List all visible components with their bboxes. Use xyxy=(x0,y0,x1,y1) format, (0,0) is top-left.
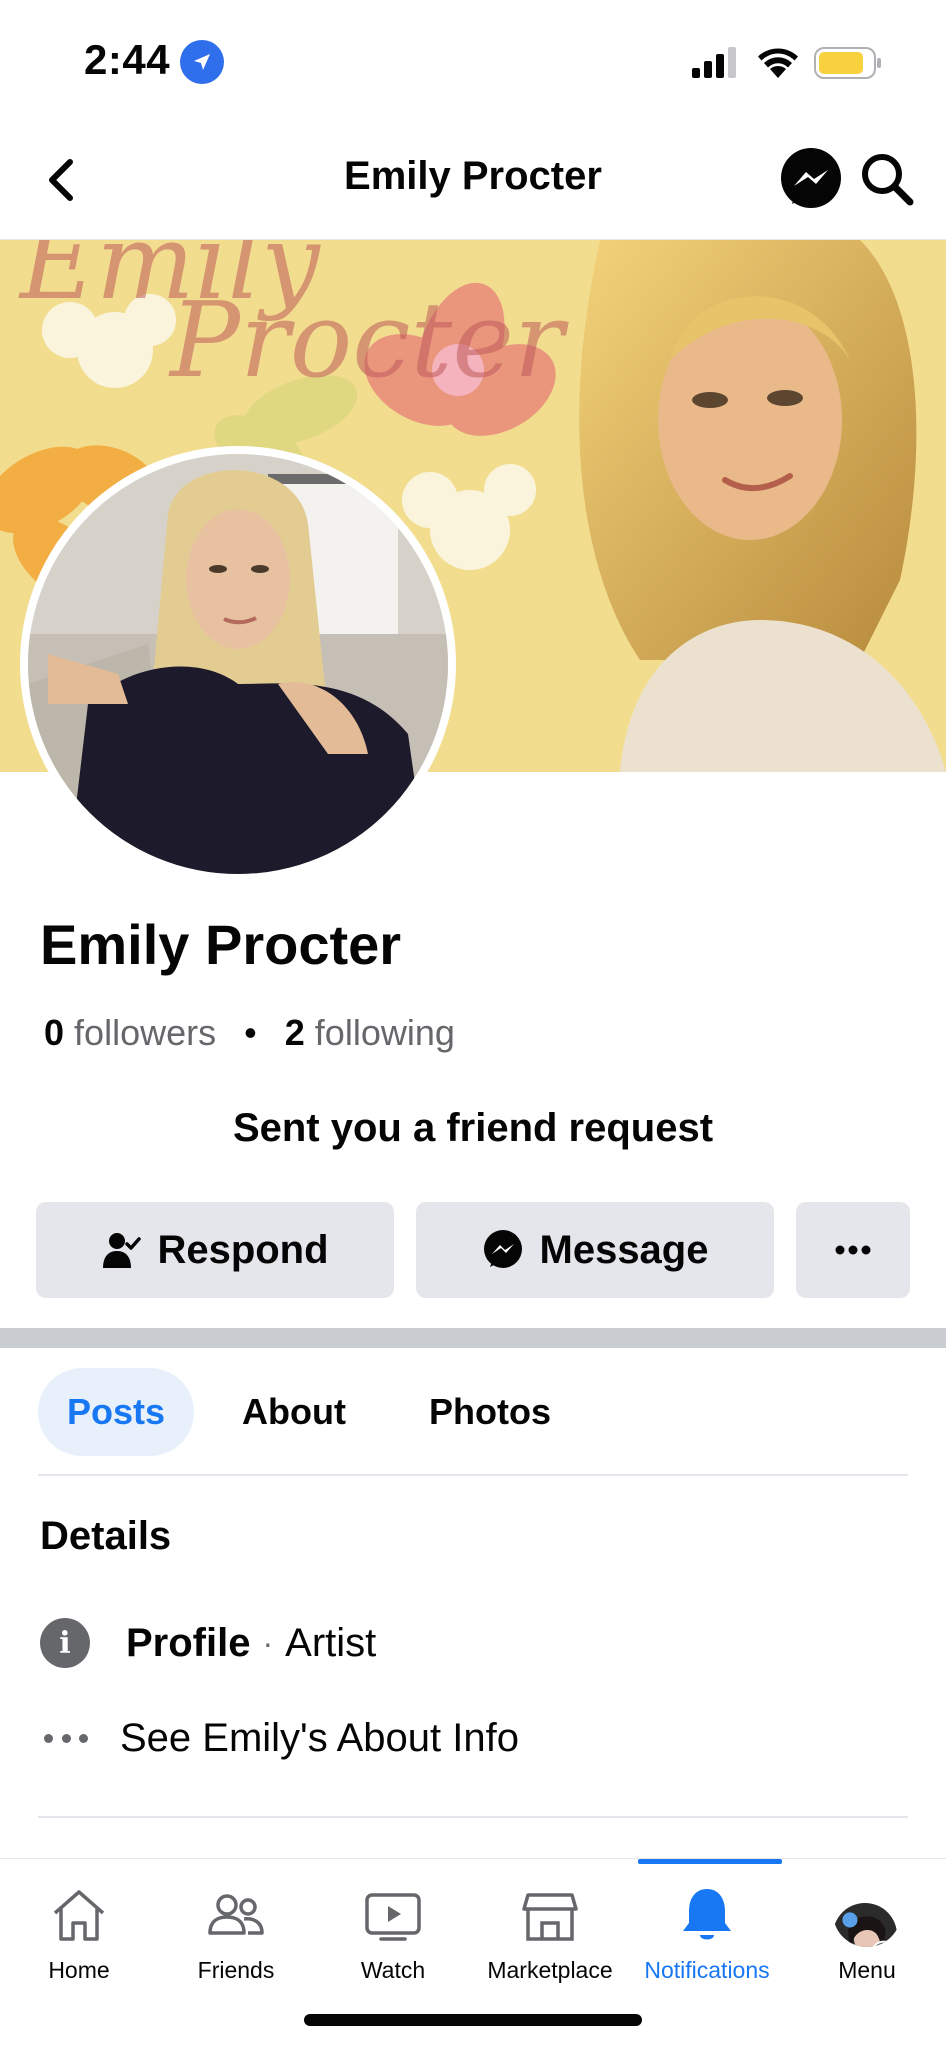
see-about-info-link[interactable]: See Emily's About Info xyxy=(120,1716,519,1761)
home-icon xyxy=(53,1890,105,1941)
person-check-icon xyxy=(103,1233,142,1268)
section-divider xyxy=(0,1328,946,1348)
avatar-image xyxy=(28,454,448,874)
nav-bar: Emily Procter xyxy=(0,120,946,240)
profile-separator: · xyxy=(262,1624,274,1661)
respond-label: Respond xyxy=(157,1227,329,1272)
cellular-signal-icon xyxy=(692,47,736,78)
tabbar-home-label: Home xyxy=(48,1957,110,1983)
tab-posts[interactable]: Posts xyxy=(38,1368,194,1456)
tabbar-marketplace-label: Marketplace xyxy=(487,1957,613,1983)
wifi-icon xyxy=(758,48,798,78)
status-time: 2:44 xyxy=(84,36,171,83)
tabbar-watch[interactable]: Watch xyxy=(314,1859,472,2009)
bell-icon xyxy=(683,1889,731,1940)
menu-avatar xyxy=(833,1879,901,1947)
more-dots-icon xyxy=(44,1734,88,1743)
tabbar-friends[interactable]: Friends xyxy=(157,1859,315,2009)
cover-script-line2: Procter xyxy=(170,279,564,401)
respond-button[interactable]: Respond xyxy=(36,1202,394,1298)
friend-request-text: Sent you a friend request xyxy=(232,1106,714,1150)
tabbar-notifications-label: Notifications xyxy=(644,1957,770,1983)
tabbar-notifications[interactable]: Notifications xyxy=(628,1859,786,2009)
messenger-icon xyxy=(483,1230,522,1268)
profile-type-label: Profile xyxy=(126,1620,251,1665)
following-count: 2 xyxy=(284,1012,305,1053)
search-icon[interactable] xyxy=(856,148,918,210)
message-button[interactable]: Message xyxy=(416,1202,774,1298)
info-icon: i xyxy=(40,1618,90,1668)
see-about-info-row[interactable]: See Emily's About Info xyxy=(40,1716,519,1761)
detail-profile-row: i Profile · Artist xyxy=(40,1618,376,1668)
messenger-icon[interactable] xyxy=(778,146,844,212)
following-label[interactable]: following xyxy=(315,1012,455,1053)
followers-label[interactable]: followers xyxy=(74,1012,216,1053)
profile-avatar[interactable] xyxy=(20,446,456,882)
tabbar-watch-label: Watch xyxy=(360,1957,426,1983)
tab-photos[interactable]: Photos xyxy=(410,1368,570,1456)
follow-stats: 0 followers • 2 following xyxy=(44,1012,455,1054)
more-options-button[interactable] xyxy=(796,1202,910,1298)
tab-about[interactable]: About xyxy=(224,1368,364,1456)
message-label: Message xyxy=(539,1227,709,1272)
followers-count: 0 xyxy=(44,1012,65,1053)
tabbar-menu[interactable]: Menu xyxy=(788,1859,946,2009)
battery-icon xyxy=(814,47,881,79)
friends-icon xyxy=(208,1894,264,1935)
profile-type-value: Artist xyxy=(285,1620,377,1665)
tabs-divider xyxy=(38,1474,908,1476)
cover-person-image xyxy=(579,240,946,772)
stats-separator: • xyxy=(244,1012,257,1053)
profile-name: Emily Procter xyxy=(40,913,402,976)
status-bar: 2:44 xyxy=(0,0,946,120)
tabbar-home[interactable]: Home xyxy=(0,1859,158,2009)
tabbar-friends-label: Friends xyxy=(197,1957,275,1983)
home-indicator xyxy=(304,2014,642,2026)
more-dots-icon xyxy=(835,1245,871,1255)
details-divider xyxy=(38,1816,908,1818)
tabbar-menu-label: Menu xyxy=(838,1957,896,1983)
location-arrow-icon xyxy=(180,40,224,84)
marketplace-icon xyxy=(522,1893,578,1941)
details-heading: Details xyxy=(40,1514,172,1558)
tabbar-marketplace[interactable]: Marketplace xyxy=(471,1859,629,2009)
watch-icon xyxy=(365,1893,421,1941)
